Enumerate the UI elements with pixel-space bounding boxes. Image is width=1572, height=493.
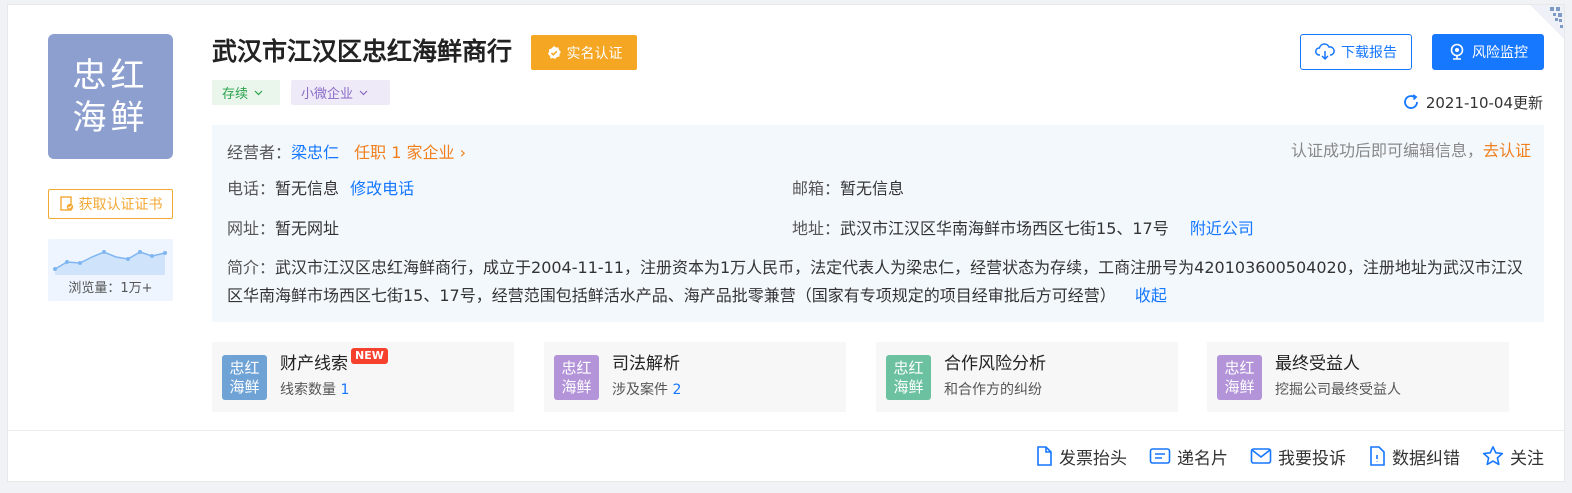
website-label: 网址： <box>227 219 276 238</box>
operator-label: 经营者： <box>227 143 292 162</box>
company-size-tag[interactable]: 小微企业 <box>291 80 390 105</box>
send-card-label: 递名片 <box>1177 448 1228 469</box>
get-certificate-label: 获取认证证书 <box>78 197 163 213</box>
feature-avatar: 忠红 海鲜 <box>554 355 599 400</box>
website-row: 网址：暂无网址 <box>227 217 339 241</box>
collapse-link[interactable]: 收起 <box>1135 286 1167 305</box>
verified-badge[interactable]: 实名认证 <box>531 35 637 70</box>
chevron-down-icon <box>359 90 368 95</box>
cloud-download-icon <box>1315 43 1335 61</box>
status-tag[interactable]: 存续 <box>212 80 280 105</box>
edit-phone-link[interactable]: 修改电话 <box>350 179 414 198</box>
risk-monitor-label: 风险监控 <box>1472 45 1528 61</box>
update-date: 2021-10-04更新 <box>1425 93 1543 112</box>
address-value: 武汉市江汉区华南海鲜市场西区七街15、17号 <box>840 219 1169 238</box>
mail-icon <box>1250 448 1272 464</box>
data-correction-button[interactable]: 数据纠错 <box>1368 444 1460 469</box>
feature-asset-clues[interactable]: 忠红 海鲜 财产线索 NEW 线索数量 1 <box>212 342 514 412</box>
operator-row: 经营者：梁忠仁 任职 1 家企业 › <box>227 141 466 165</box>
go-verify-link[interactable]: 去认证 <box>1483 141 1531 160</box>
email-row: 邮箱：暂无信息 <box>792 177 904 201</box>
operator-positions-link[interactable]: 任职 1 家企业 › <box>354 143 466 162</box>
website-value: 暂无网址 <box>275 219 340 238</box>
footer-divider <box>8 430 1564 431</box>
follow-label: 关注 <box>1510 448 1544 469</box>
feature-count: 2 <box>672 382 682 398</box>
feature-avatar: 忠红 海鲜 <box>222 355 267 400</box>
feature-subtitle: 涉及案件 2 <box>612 382 682 398</box>
download-report-label: 下载报告 <box>1341 45 1397 61</box>
edit-hint-row: 认证成功后即可编辑信息，去认证 <box>1291 139 1531 163</box>
refresh-icon[interactable] <box>1402 93 1420 111</box>
chevron-down-icon <box>254 90 263 95</box>
operator-name-link[interactable]: 梁忠仁 <box>291 143 339 162</box>
status-tag-label: 存续 <box>222 87 249 102</box>
email-value: 暂无信息 <box>840 179 905 198</box>
logo-line-1: 忠红 <box>72 55 149 96</box>
risk-monitor-button[interactable]: 风险监控 <box>1432 34 1544 70</box>
company-header-card: 忠红 海鲜 获取认证证书 浏览量：1万+ 武汉市江汉区忠红海鲜商行 实名认证 存… <box>7 4 1565 482</box>
document-icon <box>1037 446 1052 466</box>
get-certificate-button[interactable]: 获取认证证书 <box>48 189 173 219</box>
feature-count: 1 <box>340 382 350 398</box>
complaint-button[interactable]: 我要投诉 <box>1250 444 1346 469</box>
email-label: 邮箱： <box>792 179 841 198</box>
send-card-button[interactable]: 递名片 <box>1149 444 1228 469</box>
feature-beneficial-owner[interactable]: 忠红 海鲜 最终受益人 挖掘公司最终受益人 <box>1207 342 1509 412</box>
page-views-label: 浏览量：1万+ <box>68 281 153 296</box>
complaint-label: 我要投诉 <box>1278 448 1346 469</box>
page-views-panel: 浏览量：1万+ <box>48 239 173 301</box>
feature-title: 财产线索 NEW <box>280 348 388 376</box>
feature-title: 司法解析 <box>612 354 680 374</box>
company-logo: 忠红 海鲜 <box>48 34 173 159</box>
follow-button[interactable]: 关注 <box>1482 444 1544 469</box>
data-correction-label: 数据纠错 <box>1392 448 1460 469</box>
verified-label: 实名认证 <box>566 45 623 62</box>
download-report-button[interactable]: 下载报告 <box>1300 34 1412 70</box>
nearby-companies-link[interactable]: 附近公司 <box>1190 219 1254 238</box>
company-size-label: 小微企业 <box>301 87 354 102</box>
business-card-icon <box>1149 448 1171 464</box>
feature-title: 最终受益人 <box>1275 354 1360 374</box>
certificate-icon <box>59 196 73 211</box>
phone-value: 暂无信息 <box>275 179 340 198</box>
phone-label: 电话： <box>227 179 276 198</box>
address-label: 地址： <box>792 219 841 238</box>
footer-actions: 发票抬头 递名片 我要投诉 数据纠错 关注 <box>1035 443 1544 469</box>
feature-judicial-analysis[interactable]: 忠红 海鲜 司法解析 涉及案件 2 <box>544 342 846 412</box>
feature-cooperation-risk[interactable]: 忠红 海鲜 合作风险分析 和合作方的纠纷 <box>876 342 1178 412</box>
views-trend-sparkline <box>53 250 167 275</box>
feature-subtitle: 挖掘公司最终受益人 <box>1275 382 1401 398</box>
feature-avatar: 忠红 海鲜 <box>1217 355 1262 400</box>
intro-label: 简介： <box>227 258 276 277</box>
edit-hint-text: 认证成功后即可编辑信息， <box>1290 141 1483 160</box>
verified-check-icon <box>547 45 561 59</box>
logo-line-2: 海鲜 <box>72 97 149 138</box>
intro-text: 武汉市江汉区忠红海鲜商行，成立于2004-11-11，注册资本为1万人民币，法定… <box>227 258 1523 305</box>
document-edit-icon <box>1370 446 1385 466</box>
feature-subtitle: 线索数量 1 <box>280 382 350 398</box>
feature-avatar: 忠红 海鲜 <box>886 355 931 400</box>
invoice-header-button[interactable]: 发票抬头 <box>1035 444 1127 469</box>
company-name: 武汉市江汉区忠红海鲜商行 <box>212 37 513 66</box>
star-icon <box>1482 446 1504 466</box>
chevron-right-icon: › <box>459 143 466 162</box>
monitor-camera-icon <box>1450 43 1464 60</box>
company-intro: 简介：武汉市江汉区忠红海鲜商行，成立于2004-11-11，注册资本为1万人民币… <box>227 254 1532 310</box>
feature-title: 合作风险分析 <box>944 354 1046 374</box>
phone-row: 电话：暂无信息 修改电话 <box>227 177 414 201</box>
address-row: 地址：武汉市江汉区华南海鲜市场西区七街15、17号 附近公司 <box>792 217 1254 241</box>
feature-subtitle: 和合作方的纠纷 <box>944 382 1042 398</box>
invoice-header-label: 发票抬头 <box>1059 448 1127 469</box>
basic-info-panel: 经营者：梁忠仁 任职 1 家企业 › 认证成功后即可编辑信息，去认证 电话：暂无… <box>212 125 1544 322</box>
update-info: 2021-10-04更新 <box>1402 91 1543 113</box>
new-badge: NEW <box>351 348 388 364</box>
